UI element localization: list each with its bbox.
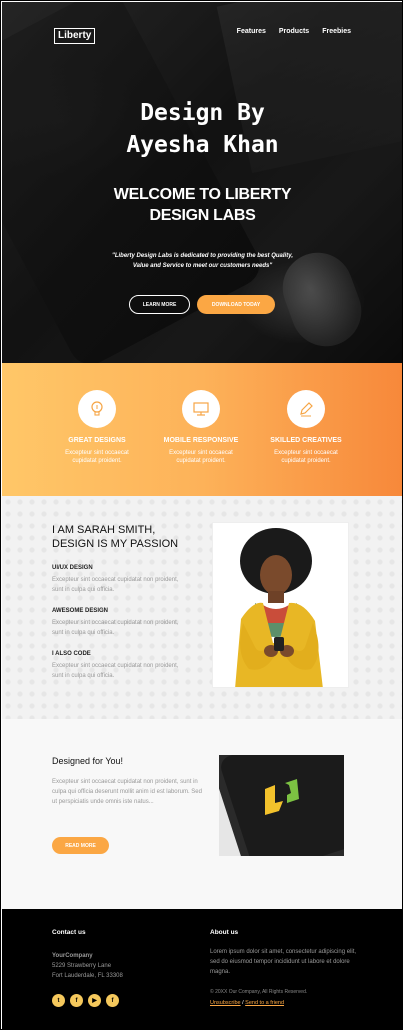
skill-item: AWESOME DESIGN Excepteur sint occaecat c…: [52, 608, 179, 636]
footer-links: Unsubscribe / Send to a friend: [210, 1000, 285, 1006]
social-links: t f ▶ f: [52, 994, 119, 1007]
email-template: Liberty Features Products Freebies Desig…: [0, 0, 403, 1030]
hero-title: WELCOME TO LIBERTY DESIGN LABS: [113, 186, 292, 224]
designed-section: Designed for You! Excepteur sint occaeca…: [2, 719, 402, 909]
monitor-icon: [182, 390, 220, 428]
pencil-icon: [287, 390, 325, 428]
footer: Contact us YourCompany 5229 Strawberry L…: [2, 909, 402, 1029]
download-today-button[interactable]: DOWNLOAD TODAY: [197, 295, 275, 314]
read-more-button[interactable]: READ MORE: [52, 837, 109, 854]
facebook-icon[interactable]: f: [106, 994, 119, 1007]
feature-great-designs: GREAT DESIGNS Excepteur sint occaecat cup…: [42, 390, 152, 465]
youtube-icon[interactable]: ▶: [88, 994, 101, 1007]
skill-item: I ALSO CODE Excepteur sint occaecat cupi…: [52, 651, 179, 679]
about-us-heading: About us: [210, 929, 239, 936]
skill-item: UI/UX DESIGN Excepteur sint occaecat cup…: [52, 565, 179, 593]
about-us-text: Lorem ipsum dolor sit amet, consectetur …: [210, 949, 357, 975]
nav-features[interactable]: Features: [237, 28, 266, 35]
about-section: I AM SARAH SMITH, DESIGN IS MY PASSION U…: [2, 496, 402, 719]
top-nav: Features Products Freebies: [237, 28, 351, 35]
twitter-icon[interactable]: t: [52, 994, 65, 1007]
designed-heading: Designed for You!: [52, 756, 124, 766]
lightbulb-icon: [78, 390, 116, 428]
facebook-icon[interactable]: f: [70, 994, 83, 1007]
features-section: GREAT DESIGNS Excepteur sint occaecat cup…: [2, 363, 402, 496]
portrait-image: [212, 522, 349, 688]
send-to-friend-link[interactable]: Send to a friend: [245, 1000, 284, 1006]
nav-products[interactable]: Products: [279, 28, 309, 35]
feature-skilled-creatives: SKILLED CREATIVES Excepteur sint occaeca…: [251, 390, 361, 465]
learn-more-button[interactable]: LEARN MORE: [129, 295, 190, 314]
company-address: YourCompany 5229 Strawberry Lane Fort La…: [52, 953, 123, 979]
nav-freebies[interactable]: Freebies: [322, 28, 351, 35]
feature-mobile-responsive: MOBILE RESPONSIVE Excepteur sint occaeca…: [146, 390, 256, 465]
unsubscribe-link[interactable]: Unsubscribe: [210, 1000, 241, 1006]
designed-text: Excepteur sint occaecat cupidatat non pr…: [52, 779, 202, 805]
logo[interactable]: Liberty: [54, 28, 96, 44]
hero-section: Liberty Features Products Freebies Desig…: [2, 2, 402, 363]
about-heading: I AM SARAH SMITH, DESIGN IS MY PASSION: [52, 524, 179, 550]
designer-credit: Design By Ayesha Khan: [126, 100, 279, 158]
hero-quote: "Liberty Design Labs is dedicated to pro…: [112, 253, 293, 269]
contact-heading: Contact us: [52, 929, 86, 936]
phone-logo-image: [219, 755, 344, 856]
copyright: © 20XX Our Company, All Rights Reserved.: [210, 989, 308, 995]
